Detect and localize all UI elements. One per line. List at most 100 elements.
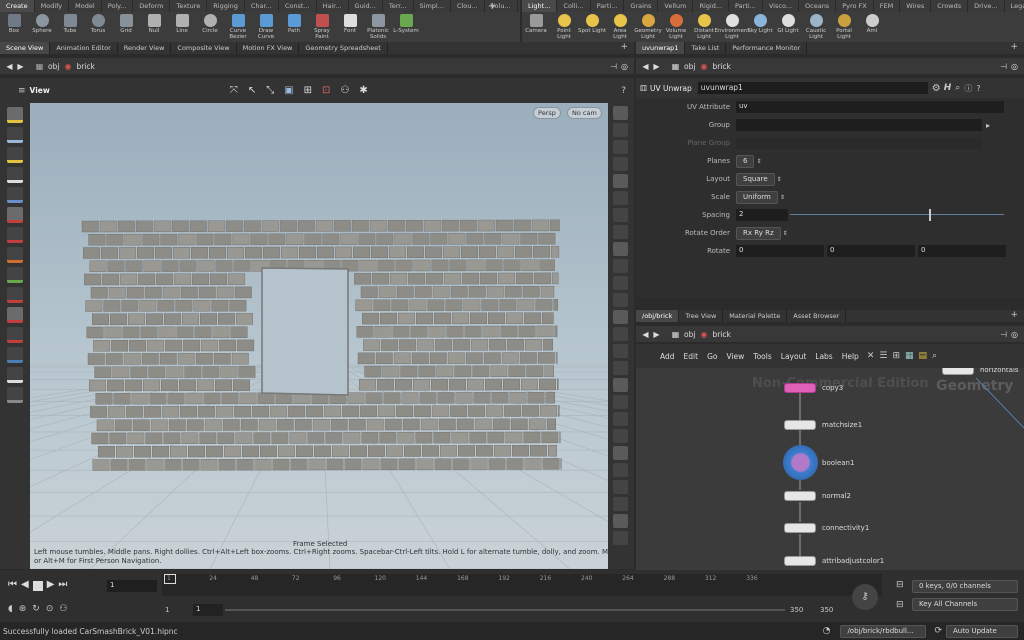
back-arrow-icon[interactable]: ◀ xyxy=(4,61,15,72)
network-tab-0[interactable]: /obj/brick xyxy=(636,310,680,322)
display-option-7-icon[interactable] xyxy=(613,225,628,239)
shelf-tool-draw-curve[interactable]: Draw Curve xyxy=(252,12,280,42)
group-tool-icon[interactable] xyxy=(7,267,23,283)
shelf-tab-shelf_right-6[interactable]: Parti... xyxy=(729,0,763,12)
display-option-24-icon[interactable] xyxy=(613,514,628,528)
render-settings-icon[interactable]: ✱ xyxy=(359,85,367,96)
add-tab-icon[interactable]: + xyxy=(1004,42,1024,54)
left-tab-2[interactable]: Render View xyxy=(118,42,172,54)
planes-stepper-icon[interactable]: ⇕ xyxy=(756,158,761,165)
shelf-tool-point-light[interactable]: Point Light xyxy=(550,12,578,42)
scale-tool-icon[interactable] xyxy=(7,207,23,223)
node-horizontals[interactable]: horizontals xyxy=(942,368,1019,375)
spacing-slider-thumb[interactable] xyxy=(929,209,932,221)
view-label[interactable]: View xyxy=(30,86,50,95)
node-name-field[interactable]: uvunwrap1 xyxy=(697,82,928,94)
shelf-tab-shelf_right-3[interactable]: Grains xyxy=(624,0,659,12)
shelf-tab-shelf_left-2[interactable]: Model xyxy=(69,0,102,12)
shelf-tool-curve-bezier[interactable]: Curve Bezier xyxy=(224,12,252,42)
jump-start-icon[interactable]: ⏮ xyxy=(8,579,17,591)
shelf-tool-circle[interactable]: Circle xyxy=(196,12,224,42)
magnet-icon[interactable] xyxy=(7,307,23,323)
shelf-tab-shelf_right-0[interactable]: Light... xyxy=(522,0,558,12)
start-frame[interactable]: 1 xyxy=(165,606,169,614)
jump-end-icon[interactable]: ⏭ xyxy=(58,579,67,591)
zoom-icon[interactable]: ⌕ xyxy=(932,351,937,361)
shelf-tab-shelf_right-9[interactable]: Pyro FX xyxy=(836,0,874,12)
tiles-view-icon[interactable]: ▦ xyxy=(905,351,914,361)
network-editor[interactable]: Non-Commercial Edition Geometry horizont… xyxy=(636,368,1024,570)
shelf-tool-sky-light[interactable]: Sky Light xyxy=(746,12,774,42)
key-all-channels-menu[interactable]: Key All Channels xyxy=(912,598,1018,611)
range-slider[interactable] xyxy=(225,609,785,611)
network-tab-3[interactable]: Asset Browser xyxy=(787,310,847,322)
shelf-tab-shelf_right-5[interactable]: Rigid... xyxy=(693,0,730,12)
shelf-tab-shelf_left-0[interactable]: Create xyxy=(0,0,35,12)
shelf-tab-shelf_left-1[interactable]: Modify xyxy=(35,0,70,12)
transform-tool-icon[interactable] xyxy=(7,127,23,143)
display-option-5-icon[interactable] xyxy=(613,191,628,205)
ghost-icon[interactable]: ⊡ xyxy=(322,85,330,96)
globe-icon[interactable] xyxy=(7,367,23,383)
param-tab-0[interactable]: uvunwrap1 xyxy=(636,42,686,54)
display-option-0-icon[interactable] xyxy=(613,106,628,120)
loop-icon[interactable]: ↻ xyxy=(32,604,40,614)
key-icon[interactable]: ⚷ xyxy=(852,584,878,610)
network-menu-labs[interactable]: Labs xyxy=(815,352,832,361)
snap-tool-icon[interactable] xyxy=(7,247,23,263)
status-chat-icon[interactable]: ◔ xyxy=(823,626,831,636)
node-connectivity1[interactable]: connectivity1 xyxy=(784,523,869,533)
shelf-tab-shelf_right-8[interactable]: Oceans xyxy=(799,0,837,12)
persp-menu[interactable]: Persp xyxy=(533,107,561,119)
forward-arrow-icon[interactable]: ▶ xyxy=(651,61,662,72)
add-tab-icon[interactable]: + xyxy=(614,42,634,54)
display-option-8-icon[interactable] xyxy=(613,242,628,256)
display-option-21-icon[interactable] xyxy=(613,463,628,477)
network-menu-view[interactable]: View xyxy=(726,352,744,361)
wrench-icon[interactable]: ✕ xyxy=(867,351,875,361)
shelf-tab-shelf_left-10[interactable]: Guid... xyxy=(349,0,383,12)
rotate-order-stepper-icon[interactable]: ⇕ xyxy=(783,230,788,237)
plane-group-field[interactable] xyxy=(736,137,982,149)
shelf-tab-shelf_right-1[interactable]: Colli... xyxy=(557,0,591,12)
shelf-tab-shelf_left-5[interactable]: Texture xyxy=(170,0,208,12)
add-tab-icon[interactable]: + xyxy=(1004,310,1024,322)
shelf-tool-area-light[interactable]: Area Light xyxy=(606,12,634,42)
camera-menu[interactable]: No cam xyxy=(567,107,602,119)
display-option-23-icon[interactable] xyxy=(613,497,628,511)
audio-icon[interactable]: ◖ xyxy=(8,604,13,614)
houdini-help-icon[interactable]: H xyxy=(944,83,952,93)
path-brick[interactable]: brick xyxy=(712,330,730,339)
shelf-tab-shelf_right-12[interactable]: Crowds xyxy=(931,0,969,12)
handle-tool-icon[interactable] xyxy=(7,147,23,163)
param-tab-1[interactable]: Take List xyxy=(685,42,727,54)
display-option-11-icon[interactable] xyxy=(613,293,628,307)
display-option-19-icon[interactable] xyxy=(613,429,628,443)
display-option-15-icon[interactable] xyxy=(613,361,628,375)
display-option-2-icon[interactable] xyxy=(613,140,628,154)
scene-viewport[interactable]: Persp No cam Frame Selected Left mouse t… xyxy=(30,103,608,569)
range-start-field[interactable]: 1 xyxy=(193,604,223,616)
node-copy3[interactable]: copy3 xyxy=(784,383,843,393)
shelf-tool-camera[interactable]: Camera xyxy=(522,12,550,42)
dolly-icon[interactable]: ⤡ xyxy=(266,85,274,96)
left-tab-1[interactable]: Animation Editor xyxy=(50,42,118,54)
sticky-note-icon[interactable]: ▤ xyxy=(919,351,928,361)
left-tab-5[interactable]: Geometry Spreadsheet xyxy=(299,42,388,54)
shelf-tab-shelf_left-8[interactable]: Const... xyxy=(279,0,317,12)
display-options-icon[interactable]: ▣ xyxy=(284,85,293,96)
current-frame-marker[interactable] xyxy=(164,574,176,584)
torus-tool-icon[interactable] xyxy=(7,327,23,343)
link-icon[interactable]: ◎ xyxy=(1009,329,1020,340)
shelf-tool-box[interactable]: Box xyxy=(0,12,28,42)
pan-icon[interactable]: ↖ xyxy=(248,85,256,96)
display-option-20-icon[interactable] xyxy=(613,446,628,460)
display-option-17-icon[interactable] xyxy=(613,395,628,409)
shelf-tab-shelf_right-4[interactable]: Vellum xyxy=(658,0,694,12)
node-boolean1[interactable]: boolean1 xyxy=(784,458,854,468)
display-option-25-icon[interactable] xyxy=(613,531,628,545)
shelf-tab-shelf_right-14[interactable]: Legac... xyxy=(1005,0,1024,12)
left-tab-0[interactable]: Scene View xyxy=(0,42,51,54)
shelf-tab-shelf_left-6[interactable]: Rigging xyxy=(207,0,245,12)
uv-attribute-field[interactable]: uv xyxy=(736,101,1004,113)
